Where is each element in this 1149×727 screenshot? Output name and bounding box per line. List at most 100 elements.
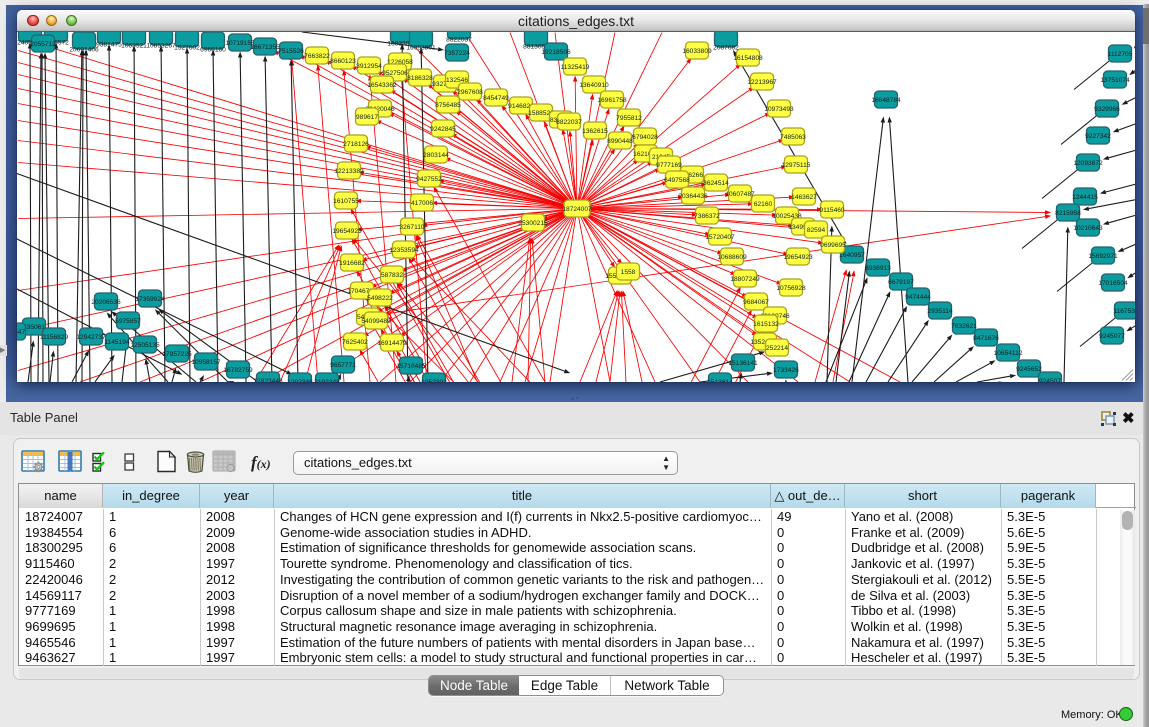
svg-text:2718126: 2718126 <box>343 140 369 147</box>
svg-text:9227342: 9227342 <box>1085 132 1111 139</box>
svg-text:0699695: 0699695 <box>820 241 846 248</box>
svg-text:8822037: 8822037 <box>556 118 582 125</box>
svg-text:12353594: 12353594 <box>389 246 419 253</box>
svg-text:1513614: 1513614 <box>707 378 733 382</box>
svg-text:9381475: 9381475 <box>96 41 122 48</box>
svg-text:3624514: 3624514 <box>703 179 729 186</box>
svg-text:10853267: 10853267 <box>146 42 176 49</box>
svg-text:11156829: 11156829 <box>40 333 69 340</box>
svg-text:15720407: 15720407 <box>705 233 735 240</box>
svg-text:9474444: 9474444 <box>905 293 931 300</box>
svg-text:17016504: 17016504 <box>1098 279 1128 286</box>
svg-text:18807249: 18807249 <box>730 275 760 282</box>
svg-text:12942737: 12942737 <box>76 333 106 340</box>
svg-text:15716485: 15716485 <box>396 362 426 369</box>
svg-text:9115460: 9115460 <box>819 206 845 213</box>
svg-text:12093872: 12093872 <box>1073 159 1103 166</box>
svg-text:1610755: 1610755 <box>333 197 359 204</box>
svg-text:10607487: 10607487 <box>725 190 755 197</box>
svg-text:1615132: 1615132 <box>753 320 779 327</box>
svg-text:12213967: 12213967 <box>747 78 777 85</box>
svg-text:7663822: 7663822 <box>304 52 330 59</box>
svg-text:25300215: 25300215 <box>518 219 548 226</box>
svg-text:16648784: 16648784 <box>871 96 901 103</box>
svg-text:3912954: 3912954 <box>356 62 382 69</box>
svg-text:7625402: 7625402 <box>342 338 368 345</box>
svg-text:16914479: 16914479 <box>377 339 407 346</box>
svg-text:8215958: 8215958 <box>1055 209 1081 216</box>
svg-text:8756485: 8756485 <box>435 101 461 108</box>
svg-text:8454749: 8454749 <box>483 94 509 101</box>
svg-text:8471676: 8471676 <box>973 334 999 341</box>
svg-text:7955812: 7955812 <box>616 114 642 121</box>
svg-text:924507: 924507 <box>1039 377 1061 382</box>
svg-text:1362615: 1362615 <box>582 127 608 134</box>
svg-text:5498222: 5498222 <box>367 294 393 301</box>
svg-text:13640910: 13640910 <box>579 81 609 88</box>
svg-text:20691406: 20691406 <box>69 46 99 53</box>
svg-text:2935114: 2935114 <box>927 307 953 314</box>
svg-text:8186328: 8186328 <box>407 74 433 81</box>
svg-text:2192348: 2192348 <box>314 378 340 382</box>
svg-text:17359924: 17359924 <box>135 295 165 302</box>
svg-text:62160: 62160 <box>754 200 773 207</box>
svg-text:1145194: 1145194 <box>104 338 130 345</box>
svg-text:989617: 989617 <box>356 113 378 120</box>
svg-text:7485063: 7485063 <box>780 133 806 140</box>
svg-text:1916682: 1916682 <box>339 259 365 266</box>
svg-text:16961758: 16961758 <box>597 96 627 103</box>
svg-text:15692971: 15692971 <box>1088 252 1118 259</box>
svg-text:5975857: 5975857 <box>115 317 141 324</box>
svg-text:16543362: 16543362 <box>367 81 397 88</box>
svg-text:6966160: 6966160 <box>200 46 226 53</box>
svg-text:10958157: 10958157 <box>191 358 221 365</box>
svg-text:16033809: 16033809 <box>682 47 712 54</box>
svg-text:20364436: 20364436 <box>678 192 708 199</box>
svg-text:835061: 835061 <box>23 323 45 330</box>
svg-text:16782759: 16782759 <box>223 366 253 373</box>
svg-text:6794028: 6794028 <box>632 133 658 140</box>
svg-text:1112705: 1112705 <box>1108 50 1133 57</box>
svg-text:3267110: 3267110 <box>399 223 425 230</box>
svg-text:7386372: 7386372 <box>694 212 720 219</box>
svg-text:1292346: 1292346 <box>287 378 313 382</box>
svg-text:10756928: 10756928 <box>776 284 806 291</box>
svg-text:16671355: 16671355 <box>250 43 280 50</box>
svg-text:1167534: 1167534 <box>1113 307 1135 314</box>
svg-text:1244415: 1244415 <box>1072 193 1098 200</box>
svg-text:9329966: 9329966 <box>1094 105 1120 112</box>
svg-text:9684067: 9684067 <box>743 298 769 305</box>
svg-text:1063521: 1063521 <box>121 42 147 49</box>
svg-text:1052302: 1052302 <box>421 378 447 382</box>
svg-text:8660123: 8660123 <box>330 57 356 64</box>
svg-text:10688609: 10688609 <box>717 253 747 260</box>
svg-text:11325419: 11325419 <box>561 63 590 70</box>
svg-text:8938913: 8938913 <box>865 264 891 271</box>
svg-text:7632621: 7632621 <box>951 322 977 329</box>
svg-text:12975115: 12975115 <box>782 161 811 168</box>
svg-text:19654923: 19654923 <box>783 253 813 260</box>
svg-text:19654923: 19654923 <box>332 227 362 234</box>
svg-text:82594: 82594 <box>807 226 826 233</box>
svg-text:1463627: 1463627 <box>791 193 817 200</box>
svg-text:19218506: 19218506 <box>541 48 571 55</box>
svg-text:1558: 1558 <box>621 268 636 275</box>
svg-text:18724007: 18724007 <box>562 205 592 212</box>
svg-text:2055712: 2055712 <box>30 40 56 47</box>
svg-text:252214: 252214 <box>766 344 788 351</box>
svg-text:10654112: 10654112 <box>994 349 1023 356</box>
svg-text:12213382: 12213382 <box>334 167 364 174</box>
svg-text:8822037: 8822037 <box>446 36 472 43</box>
svg-text:391547: 391547 <box>17 328 25 335</box>
svg-text:7515526: 7515526 <box>278 47 304 54</box>
svg-text:17957225: 17957225 <box>162 350 192 357</box>
svg-text:9245652: 9245652 <box>1016 365 1042 372</box>
svg-text:54099489: 54099489 <box>361 317 391 324</box>
svg-text:9245077: 9245077 <box>1099 332 1125 339</box>
svg-text:8990448: 8990448 <box>607 137 633 144</box>
svg-text:6497568: 6497568 <box>664 176 690 183</box>
svg-text:9777169: 9777169 <box>656 161 682 168</box>
svg-text:2087682: 2087682 <box>713 44 739 51</box>
svg-text:13751074: 13751074 <box>1100 76 1130 83</box>
svg-text:417006: 417006 <box>411 199 433 206</box>
